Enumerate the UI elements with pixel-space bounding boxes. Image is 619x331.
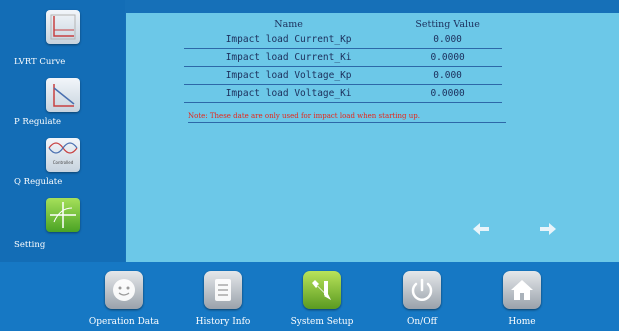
home-icon [511, 280, 533, 300]
row-value[interactable]: 0.0000 [393, 84, 502, 103]
row-value[interactable]: 0.000 [393, 31, 502, 49]
on-off-button[interactable] [403, 271, 441, 309]
home-label[interactable]: Home [472, 317, 572, 327]
arrow-left-icon[interactable] [471, 221, 491, 237]
sidebar-item-q-regulate[interactable]: Q Regulate [0, 177, 125, 187]
table-row: Impact load Voltage_Kp 0.000 [184, 66, 502, 85]
p-regulate-icon[interactable] [46, 78, 80, 112]
lvrt-curve-icon[interactable] [46, 10, 80, 44]
parameter-table: Name Setting Value Impact load Current_K… [184, 17, 502, 103]
row-value[interactable]: 0.000 [393, 66, 502, 85]
history-info-label[interactable]: History Info [173, 317, 273, 327]
operation-data-label[interactable]: Operation Data [74, 317, 174, 327]
column-header-setting-value: Setting Value [415, 18, 480, 30]
operation-data-icon [113, 279, 135, 301]
history-info-icon [215, 279, 231, 301]
sidebar-item-p-regulate[interactable]: P Regulate [0, 117, 125, 127]
q-regulate-icon[interactable]: Controlled [46, 138, 80, 172]
table-row: Impact load Current_Ki 0.0000 [184, 48, 502, 67]
system-setup-button[interactable] [303, 271, 341, 309]
bottom-nav-bar: Operation Data History Info System Setup… [0, 262, 619, 331]
row-value[interactable]: 0.0000 [393, 48, 502, 67]
sidebar-item-setting[interactable]: Setting [0, 240, 125, 250]
power-icon [411, 278, 433, 301]
row-name: Impact load Voltage_Kp [184, 66, 394, 85]
home-button[interactable] [503, 271, 541, 309]
column-header-name: Name [274, 18, 303, 30]
row-name: Impact load Current_Ki [184, 48, 394, 67]
sidebar: LVRT Curve P Regulate Controlled Q Regul… [0, 0, 125, 262]
q-regulate-icon-text: Controlled [53, 160, 74, 165]
history-info-button[interactable] [204, 271, 242, 309]
on-off-label[interactable]: On/Off [372, 317, 472, 327]
note-text: Note: These date are only used for impac… [188, 112, 506, 123]
settings-panel: Name Setting Value Impact load Current_K… [126, 13, 619, 262]
row-name: Impact load Current_Kp [184, 31, 394, 49]
operation-data-button[interactable] [105, 271, 143, 309]
sidebar-item-lvrt-curve[interactable]: LVRT Curve [0, 57, 125, 67]
system-setup-icon [312, 280, 331, 300]
table-row: Impact load Current_Kp 0.000 [184, 31, 502, 49]
arrow-right-icon[interactable] [538, 221, 558, 237]
table-row: Impact load Voltage_Ki 0.0000 [184, 84, 502, 103]
setting-icon[interactable] [46, 198, 80, 232]
system-setup-label[interactable]: System Setup [272, 317, 372, 327]
row-name: Impact load Voltage_Ki [184, 84, 394, 103]
